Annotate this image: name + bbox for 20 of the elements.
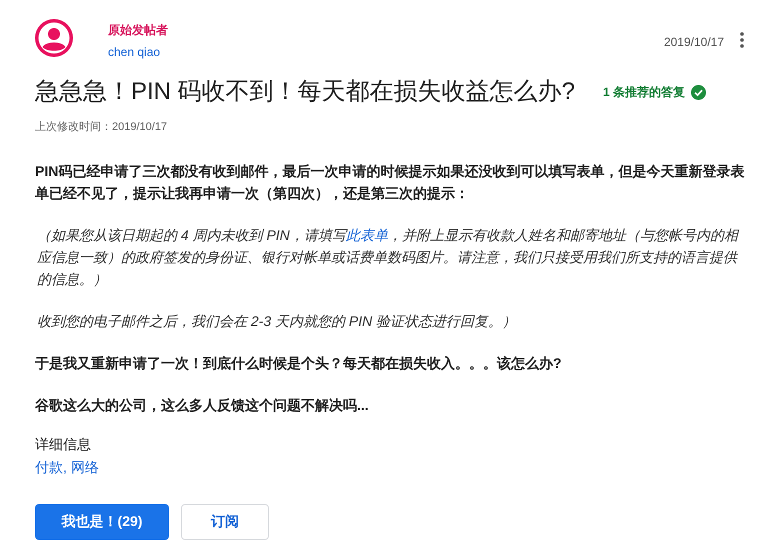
tag-link[interactable]: 付款, [35,456,67,478]
role-label: 原始发帖者 [108,22,168,39]
subscribe-button[interactable]: 订阅 [181,504,269,540]
paragraph: 收到您的电子邮件之后，我们会在 2-3 天内就您的 PIN 验证状态进行回复。） [36,312,518,330]
paragraph: PIN码已经申请了三次都没有收到邮件，最后一次申请的时候提示如果还没收到可以填写表单，但是今天重新登录表单已经不见了，提示让我再申请一次（第四次），还是第三次的提示： [35,162,746,203]
paragraph: （如果您从该日期起的 4 周内未收到 PIN，请填写此表单，并附上显示有收款人姓名和邮寄地址（与您帐号内的相应信息一致）的政府签发的身份证、银行对帐单或话费单数码图片。请注意，我们只接受用我们所支持的语言提供的信息。） [36,226,740,288]
me-too-button[interactable]: 我也是！(29) [35,504,169,540]
more-icon [740,32,744,48]
post-date: 2019/10/17 [664,34,724,51]
post-title: 急急急！PIN 码收不到！每天都在损失收益怎么办? [35,77,576,107]
paragraph: 谷歌这么大的公司，这么多人反馈这个问题不解决吗... [35,396,370,414]
paragraph: 于是我又重新申请了一次！到底什么时候是个头？每天都在损失收入。。。该怎么办? [35,354,563,372]
modified-time: 上次修改时间：2019/10/17 [35,120,168,135]
author-link[interactable]: chen qiao [108,43,168,61]
avatar-icon [35,19,73,57]
tag-link[interactable]: 网络 [70,456,99,478]
form-link[interactable]: 此表单 [346,226,388,242]
more-button[interactable] [738,31,746,49]
details-heading: 详细信息 [35,434,92,454]
recommended-count[interactable]: 1 条推荐的答复 [603,83,686,101]
